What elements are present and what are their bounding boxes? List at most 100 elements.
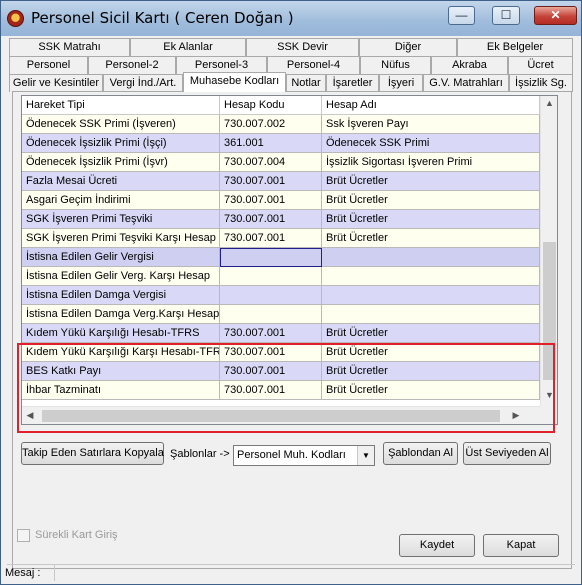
cell-hesap-adi[interactable] — [322, 267, 540, 286]
cell-hesap-adi[interactable]: İşsizlik Sigortası İşveren Primi — [322, 153, 540, 172]
cell-hesap-kodu[interactable] — [220, 248, 322, 267]
tab-personel-2[interactable]: Personel-2 — [88, 56, 176, 74]
cell-hareket-tipi[interactable]: Ödenecek İşsizlik Primi (İşçi) — [22, 134, 220, 153]
maximize-button[interactable]: ☐ — [492, 6, 520, 25]
cell-hareket-tipi[interactable]: SGK İşveren Primi Teşviki — [22, 210, 220, 229]
cell-hesap-kodu[interactable]: 730.007.001 — [220, 172, 322, 191]
horizontal-scrollbar[interactable]: ◀ ▶ — [22, 406, 540, 424]
tab-gelir-kesintiler[interactable]: Gelir ve Kesintiler — [9, 74, 103, 92]
templates-select[interactable]: Personel Muh. Kodları ▼ — [233, 445, 375, 466]
table-row[interactable]: İstisna Edilen Gelir Verg. Karşı Hesap — [22, 267, 540, 286]
cell-hesap-adi[interactable]: Brüt Ücretler — [322, 229, 540, 248]
cell-hesap-kodu[interactable]: 730.007.001 — [220, 343, 322, 362]
tab-ek-belgeler[interactable]: Ek Belgeler — [457, 38, 573, 56]
cell-hesap-adi[interactable]: Brüt Ücretler — [322, 191, 540, 210]
cell-hareket-tipi[interactable]: Ödenecek İşsizlik Primi (İşvr) — [22, 153, 220, 172]
table-row[interactable]: İstisna Edilen Damga Vergisi — [22, 286, 540, 305]
column-header-hesap-adi[interactable]: Hesap Adı — [322, 96, 540, 115]
cell-hesap-adi[interactable]: Brüt Ücretler — [322, 362, 540, 381]
cell-hareket-tipi[interactable]: SGK İşveren Primi Teşviki Karşı Hesap — [22, 229, 220, 248]
tab-isaretler[interactable]: İşaretler — [326, 74, 379, 92]
cell-hareket-tipi[interactable]: İstisna Edilen Gelir Vergisi — [22, 248, 220, 267]
close-button[interactable]: Kapat — [483, 534, 559, 557]
cell-hesap-adi[interactable] — [322, 305, 540, 324]
tab-muhasebe-kodlari[interactable]: Muhasebe Kodları — [183, 72, 286, 92]
continuous-entry-checkbox[interactable] — [17, 529, 30, 542]
scroll-down-icon[interactable]: ▼ — [541, 390, 557, 400]
table-row[interactable]: Asgari Geçim İndirimi 730.007.001 Brüt Ücr… — [22, 191, 540, 210]
tab-gv-matrahlari[interactable]: G.V. Matrahları — [423, 74, 509, 92]
table-row[interactable]: Fazla Mesai Ücreti 730.007.001 Brüt Ücretl… — [22, 172, 540, 191]
cell-hesap-kodu[interactable]: 730.007.002 — [220, 115, 322, 134]
cell-hesap-adi[interactable]: Ssk İşveren Payı — [322, 115, 540, 134]
cell-hareket-tipi[interactable]: Fazla Mesai Ücreti — [22, 172, 220, 191]
tab-diger[interactable]: Diğer — [359, 38, 457, 56]
table-row[interactable]: Kıdem Yükü Karşılığı Hesabı-TFRS 730.007.… — [22, 324, 540, 343]
tab-ssk-devir[interactable]: SSK Devir — [246, 38, 359, 56]
close-window-button[interactable]: ✕ — [534, 6, 577, 25]
cell-hesap-kodu[interactable]: 730.007.001 — [220, 229, 322, 248]
tab-issizlik-sg[interactable]: İşsizlik Sg. — [509, 74, 573, 92]
tab-ek-alanlar[interactable]: Ek Alanlar — [130, 38, 246, 56]
cell-hesap-kodu[interactable] — [220, 305, 322, 324]
save-button[interactable]: Kaydet — [399, 534, 475, 557]
tab-ssk-matrahi[interactable]: SSK Matrahı — [9, 38, 130, 56]
cell-hesap-kodu[interactable]: 730.007.001 — [220, 210, 322, 229]
cell-hareket-tipi[interactable]: BES Katkı Payı — [22, 362, 220, 381]
minimize-button[interactable]: — — [448, 6, 475, 25]
cell-hesap-kodu[interactable]: 730.007.001 — [220, 381, 322, 400]
column-header-hesap-kodu[interactable]: Hesap Kodu — [220, 96, 322, 115]
cell-hesap-adi[interactable] — [322, 248, 540, 267]
cell-hareket-tipi[interactable]: İhbar Tazminatı — [22, 381, 220, 400]
table-row[interactable]: Kıdem Yükü Karşılığı Karşı Hesabı-TFRS 73… — [22, 343, 540, 362]
tab-personel[interactable]: Personel — [9, 56, 88, 74]
cell-hareket-tipi[interactable]: İstisna Edilen Damga Verg.Karşı Hesap — [22, 305, 220, 324]
cell-hareket-tipi[interactable]: Kıdem Yükü Karşılığı Hesabı-TFRS — [22, 324, 220, 343]
cell-hareket-tipi[interactable]: Asgari Geçim İndirimi — [22, 191, 220, 210]
cell-hareket-tipi[interactable]: Ödenecek SSK Primi (İşveren) — [22, 115, 220, 134]
table-row[interactable]: BES Katkı Payı 730.007.001 Brüt Ücretler — [22, 362, 540, 381]
cell-hesap-adi[interactable] — [322, 286, 540, 305]
table-row[interactable]: İstisna Edilen Damga Verg.Karşı Hesap — [22, 305, 540, 324]
tab-akraba[interactable]: Akraba — [431, 56, 508, 74]
cell-hesap-adi[interactable]: Brüt Ücretler — [322, 210, 540, 229]
table-row[interactable]: Ödenecek SSK Primi (İşveren) 730.007.002 S… — [22, 115, 540, 134]
scroll-left-icon[interactable]: ◀ — [24, 410, 36, 421]
table-row[interactable]: Ödenecek İşsizlik Primi (İşvr) 730.007.00… — [22, 153, 540, 172]
tab-ucret[interactable]: Ücret — [508, 56, 573, 74]
cell-hesap-kodu[interactable]: 730.007.001 — [220, 324, 322, 343]
cell-hareket-tipi[interactable]: İstisna Edilen Gelir Verg. Karşı Hesap — [22, 267, 220, 286]
from-upper-level-button[interactable]: Üst Seviyeden Al — [463, 442, 551, 465]
scroll-right-icon[interactable]: ▶ — [510, 410, 522, 421]
cell-hesap-adi[interactable]: Brüt Ücretler — [322, 172, 540, 191]
cell-hareket-tipi[interactable]: İstisna Edilen Damga Vergisi — [22, 286, 220, 305]
table-row[interactable]: İstisna Edilen Gelir Vergisi — [22, 248, 540, 267]
table-row[interactable]: SGK İşveren Primi Teşviki Karşı Hesap 730… — [22, 229, 540, 248]
cell-hesap-kodu[interactable]: 361.001 — [220, 134, 322, 153]
column-header-hareket-tipi[interactable]: Hareket Tipi — [22, 96, 220, 115]
cell-hesap-kodu[interactable]: 730.007.001 — [220, 191, 322, 210]
tab-isyeri[interactable]: İşyeri — [379, 74, 423, 92]
cell-hesap-kodu[interactable] — [220, 286, 322, 305]
from-template-button[interactable]: Şablondan Al — [383, 442, 458, 465]
cell-hesap-adi[interactable]: Brüt Ücretler — [322, 343, 540, 362]
tab-notlar[interactable]: Notlar — [286, 74, 326, 92]
scroll-up-icon[interactable]: ▲ — [541, 98, 557, 108]
chevron-down-icon[interactable]: ▼ — [357, 446, 374, 465]
table-row[interactable]: İhbar Tazminatı 730.007.001 Brüt Ücretler — [22, 381, 540, 400]
cell-hesap-kodu[interactable]: 730.007.001 — [220, 362, 322, 381]
table-row[interactable]: Ödenecek İşsizlik Primi (İşçi) 361.001 Öde… — [22, 134, 540, 153]
vertical-scrollbar[interactable]: ▲ ▼ — [540, 96, 557, 406]
cell-hareket-tipi[interactable]: Kıdem Yükü Karşılığı Karşı Hesabı-TFRS — [22, 343, 220, 362]
copy-to-following-rows-button[interactable]: Takip Eden Satırlara Kopyala — [21, 442, 164, 465]
cell-hesap-adi[interactable]: Brüt Ücretler — [322, 324, 540, 343]
cell-hesap-adi[interactable]: Ödenecek SSK Primi — [322, 134, 540, 153]
tab-vergi-ind-art[interactable]: Vergi İnd./Art. — [103, 74, 183, 92]
table-row[interactable]: SGK İşveren Primi Teşviki 730.007.001 Brüt… — [22, 210, 540, 229]
cell-hesap-adi[interactable]: Brüt Ücretler — [322, 381, 540, 400]
horizontal-scroll-thumb[interactable] — [42, 410, 500, 422]
vertical-scroll-thumb[interactable] — [543, 242, 556, 380]
accounting-codes-grid[interactable]: Hareket Tipi Hesap Kodu Hesap Adı Ödenec… — [21, 95, 558, 425]
cell-hesap-kodu[interactable] — [220, 267, 322, 286]
cell-hesap-kodu[interactable]: 730.007.004 — [220, 153, 322, 172]
